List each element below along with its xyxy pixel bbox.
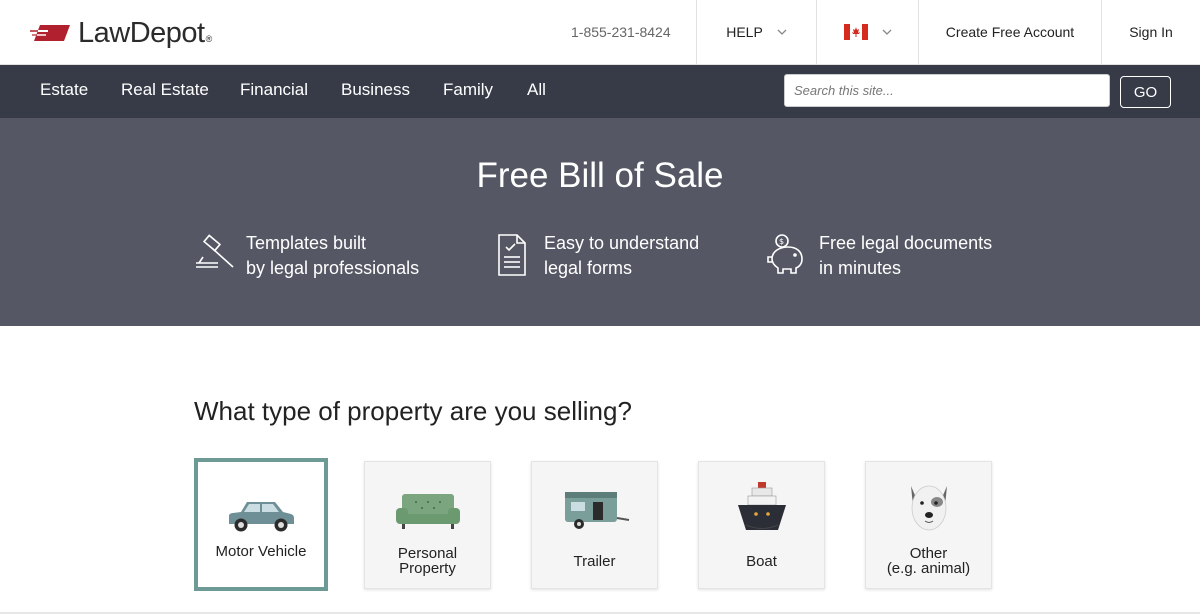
feature-line-1: Easy to understand bbox=[544, 233, 700, 253]
piggy-bank-icon: $ bbox=[767, 234, 803, 274]
card-label: Boat bbox=[746, 553, 777, 570]
feature-easy-forms: Easy to understand legal forms bbox=[491, 231, 699, 281]
feature-line-2: by legal professionals bbox=[246, 258, 420, 278]
create-account-link[interactable]: Create Free Account bbox=[918, 0, 1101, 64]
nav-item-financial[interactable]: Financial bbox=[240, 80, 308, 100]
boat-icon bbox=[737, 482, 786, 530]
phone-number[interactable]: 1-855-231-8424 bbox=[571, 24, 671, 40]
nav-item-business[interactable]: Business bbox=[341, 80, 410, 100]
country-selector[interactable] bbox=[816, 0, 918, 64]
hero-banner: Free Bill of Sale Templates built by leg… bbox=[0, 118, 1200, 326]
canada-flag-icon bbox=[843, 24, 868, 40]
trailer-icon bbox=[564, 492, 629, 529]
feature-line-1: Templates built bbox=[246, 233, 367, 253]
nav-item-family[interactable]: Family bbox=[443, 80, 493, 100]
nav-item-estate[interactable]: Estate bbox=[40, 80, 88, 100]
property-type-question: What type of property are you selling? bbox=[194, 396, 632, 426]
feature-line-2: legal forms bbox=[544, 258, 633, 278]
search-go-button[interactable]: GO bbox=[1120, 76, 1171, 108]
logo-registered-mark: ® bbox=[205, 34, 213, 44]
card-label: Personal Property bbox=[397, 545, 458, 577]
card-label: Trailer bbox=[573, 553, 616, 570]
car-icon bbox=[229, 502, 294, 532]
nav-item-all[interactable]: All bbox=[527, 80, 546, 100]
logo-mark-icon bbox=[30, 25, 70, 41]
sign-in-link[interactable]: Sign In bbox=[1101, 0, 1200, 64]
chevron-down-icon bbox=[777, 29, 787, 35]
feature-fast-docs: $ Free legal documents in minutes bbox=[766, 231, 992, 281]
property-card-motor-vehicle[interactable]: Motor Vehicle bbox=[194, 458, 328, 591]
dog-icon bbox=[910, 485, 947, 531]
feature-templates: Templates built by legal professionals bbox=[193, 231, 419, 281]
page-title: Free Bill of Sale bbox=[476, 156, 724, 195]
gavel-icon bbox=[196, 234, 234, 268]
property-card-other[interactable]: Other (e.g. animal) bbox=[865, 461, 992, 589]
top-bar: LawDepot ® 1-855-231-8424 HELP Create Fr… bbox=[0, 0, 1200, 65]
feature-line-2: in minutes bbox=[819, 258, 902, 278]
feature-line-1: Free legal documents bbox=[819, 233, 993, 253]
sofa-icon bbox=[395, 494, 460, 529]
svg-text:$: $ bbox=[779, 237, 784, 246]
card-label: Motor Vehicle bbox=[215, 543, 307, 560]
help-dropdown[interactable]: HELP bbox=[696, 0, 816, 64]
search-input[interactable] bbox=[784, 74, 1110, 107]
help-label: HELP bbox=[726, 24, 763, 40]
property-card-trailer[interactable]: Trailer bbox=[531, 461, 658, 589]
main-nav: Estate Real Estate Financial Business Fa… bbox=[0, 65, 1200, 118]
lawdepot-logo[interactable]: LawDepot ® bbox=[30, 14, 212, 52]
card-label: Other (e.g. animal) bbox=[886, 545, 971, 577]
chevron-down-icon bbox=[882, 29, 891, 35]
document-check-icon bbox=[498, 234, 526, 276]
logo-text: LawDepot bbox=[78, 16, 205, 49]
nav-item-real-estate[interactable]: Real Estate bbox=[121, 80, 209, 100]
property-card-personal-property[interactable]: Personal Property bbox=[364, 461, 491, 589]
property-card-boat[interactable]: Boat bbox=[698, 461, 825, 589]
